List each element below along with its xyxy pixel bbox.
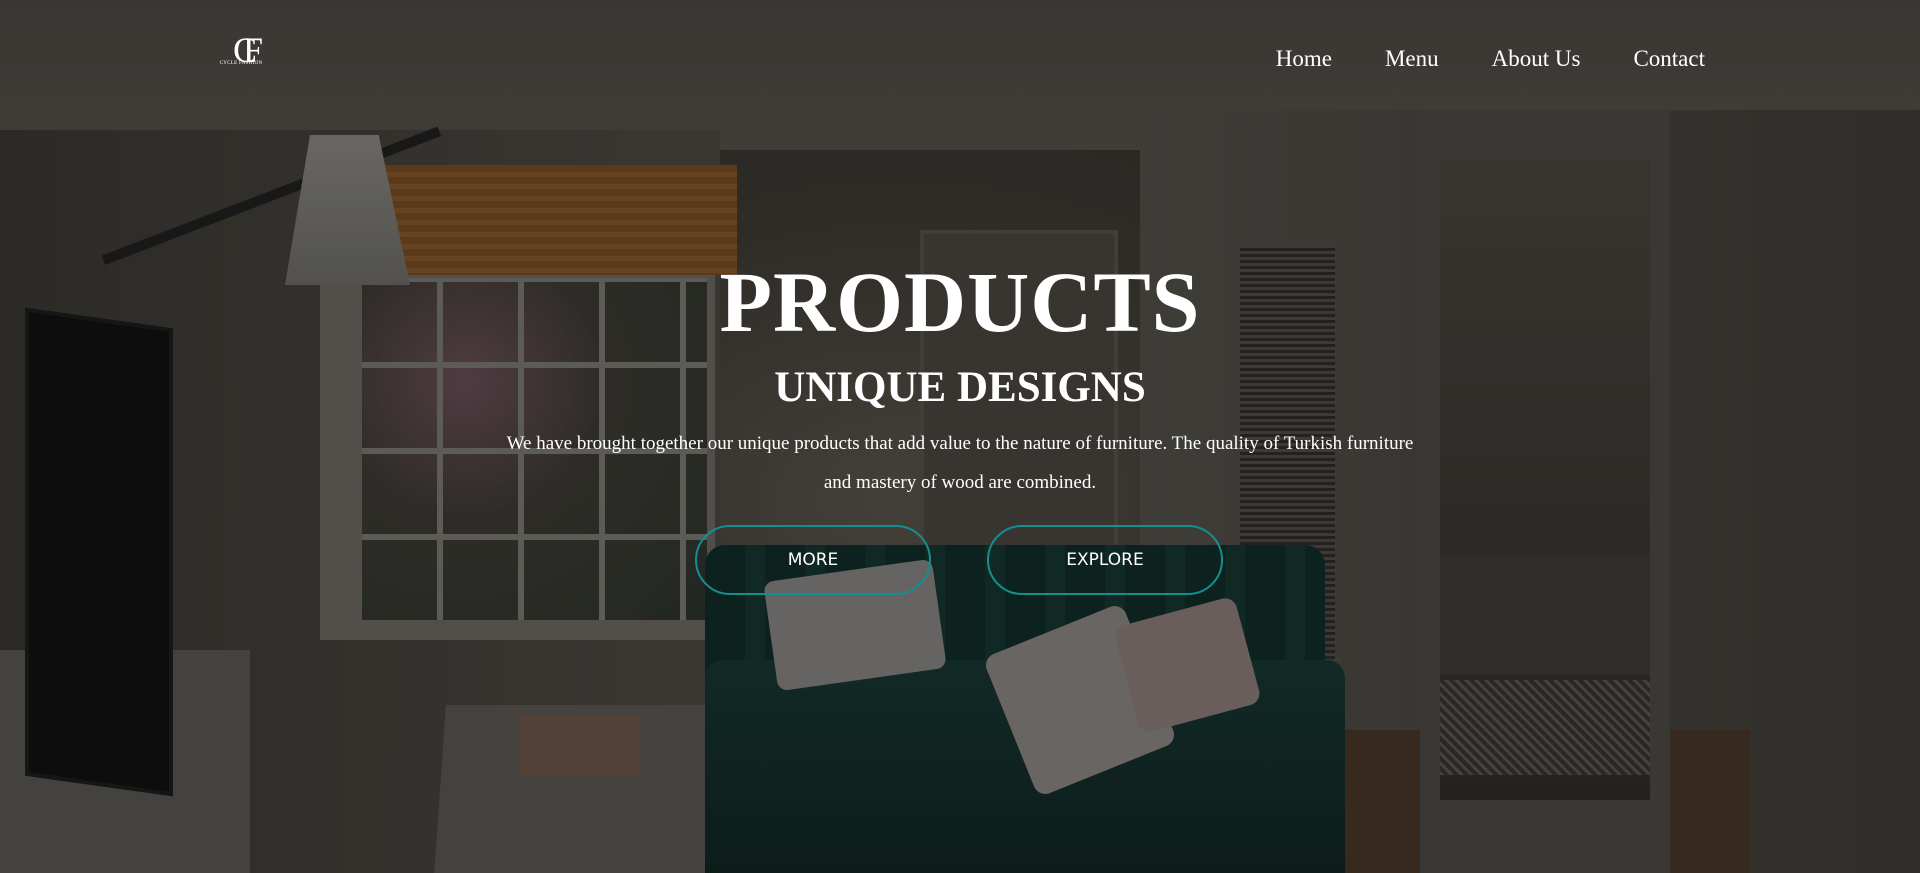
hero-description: We have brought together our unique prod… — [506, 433, 1414, 493]
hero-subtitle: UNIQUE DESIGNS — [774, 364, 1146, 411]
hero-title: PRODUCTS — [719, 254, 1201, 350]
hero-content: PRODUCTS UNIQUE DESIGNS We have brought … — [0, 0, 1920, 873]
more-button[interactable]: MORE — [695, 525, 931, 595]
explore-button[interactable]: EXPLORE — [987, 525, 1223, 595]
